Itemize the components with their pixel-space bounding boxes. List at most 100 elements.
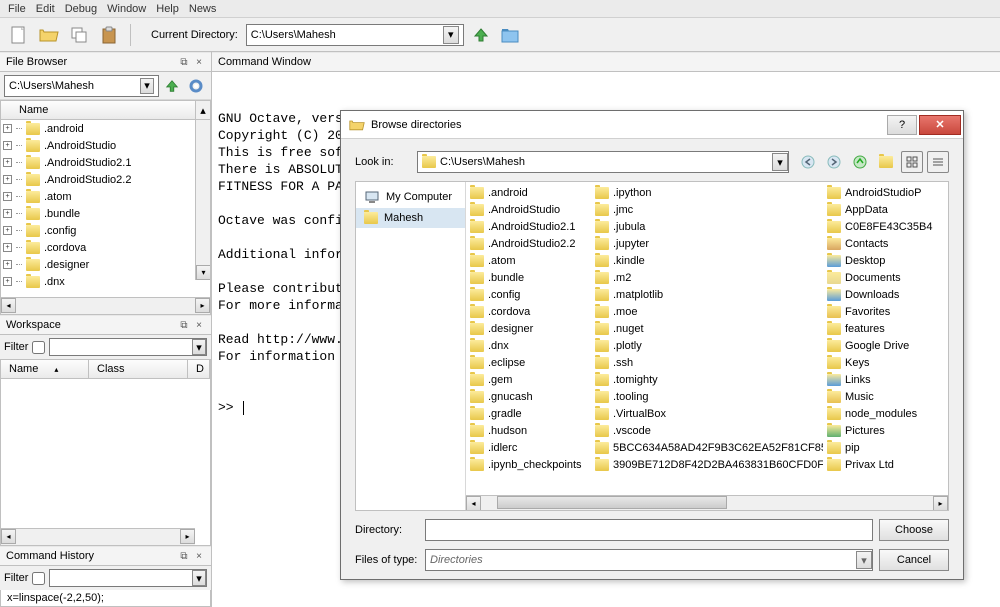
tree-item[interactable]: +.atom: [1, 188, 210, 205]
expand-icon[interactable]: +: [3, 175, 12, 184]
ws-col-d[interactable]: D: [188, 360, 210, 378]
tree-item[interactable]: +.config: [1, 222, 210, 239]
paste-button[interactable]: [96, 22, 122, 48]
tree-item[interactable]: +.designer: [1, 256, 210, 273]
list-item[interactable]: .tomighty: [591, 371, 823, 388]
close-icon[interactable]: ×: [193, 550, 205, 562]
expand-icon[interactable]: +: [3, 243, 12, 252]
workspace-body[interactable]: ◂▸: [0, 379, 211, 546]
list-item[interactable]: .hudson: [466, 422, 591, 439]
list-item[interactable]: .gem: [466, 371, 591, 388]
ch-filter-checkbox[interactable]: [32, 572, 45, 585]
scroll-up-button[interactable]: ▴: [195, 101, 210, 119]
undock-icon[interactable]: ⧉: [178, 319, 190, 331]
tree-item[interactable]: +.AndroidStudio: [1, 137, 210, 154]
workspace-table-header[interactable]: Name▴ Class D: [0, 359, 211, 379]
chevron-down-icon[interactable]: ▾: [140, 78, 154, 94]
list-item[interactable]: Downloads: [823, 286, 948, 303]
list-item[interactable]: .kindle: [591, 252, 823, 269]
close-icon[interactable]: ×: [193, 56, 205, 68]
browse-folder-button[interactable]: [498, 22, 524, 48]
ws-col-name[interactable]: Name▴: [1, 360, 89, 378]
list-item[interactable]: .gnucash: [466, 388, 591, 405]
list-item[interactable]: .jmc: [591, 201, 823, 218]
scroll-left-button[interactable]: ◂: [1, 529, 16, 544]
menu-file[interactable]: File: [8, 3, 26, 15]
list-item[interactable]: .jubula: [591, 218, 823, 235]
list-item[interactable]: .ssh: [591, 354, 823, 371]
scroll-left-button[interactable]: ◂: [1, 298, 16, 313]
list-item[interactable]: AndroidStudioP: [823, 184, 948, 201]
expand-icon[interactable]: +: [3, 260, 12, 269]
workspace-filter-checkbox[interactable]: [32, 341, 45, 354]
current-directory-combo[interactable]: C:\Users\Mahesh ▾: [246, 24, 464, 46]
list-item[interactable]: .idlerc: [466, 439, 591, 456]
open-file-button[interactable]: [36, 22, 62, 48]
menu-news[interactable]: News: [189, 3, 217, 15]
file-list[interactable]: .android.AndroidStudio.AndroidStudio2.1.…: [466, 182, 948, 510]
chevron-down-icon[interactable]: ▾: [443, 26, 459, 44]
gear-icon[interactable]: [185, 75, 207, 97]
list-item[interactable]: .m2: [591, 269, 823, 286]
new-folder-button[interactable]: [875, 151, 897, 173]
list-view-button[interactable]: [901, 151, 923, 173]
file-tree[interactable]: +.android+.AndroidStudio+.AndroidStudio2…: [0, 120, 211, 298]
list-item[interactable]: features: [823, 320, 948, 337]
list-item[interactable]: .atom: [466, 252, 591, 269]
list-item[interactable]: .AndroidStudio2.1: [466, 218, 591, 235]
list-item[interactable]: C0E8FE43C35B4: [823, 218, 948, 235]
horizontal-scrollbar[interactable]: ◂ ▸: [466, 495, 948, 510]
list-item[interactable]: .dnx: [466, 337, 591, 354]
list-item[interactable]: node_modules: [823, 405, 948, 422]
list-item[interactable]: Google Drive: [823, 337, 948, 354]
expand-icon[interactable]: +: [3, 158, 12, 167]
undock-icon[interactable]: ⧉: [178, 56, 190, 68]
cancel-button[interactable]: Cancel: [879, 549, 949, 571]
list-item[interactable]: .cordova: [466, 303, 591, 320]
expand-icon[interactable]: +: [3, 277, 12, 286]
directory-input[interactable]: [425, 519, 873, 541]
expand-icon[interactable]: +: [3, 209, 12, 218]
new-file-button[interactable]: [6, 22, 32, 48]
chevron-down-icon[interactable]: ▾: [856, 551, 872, 569]
list-item[interactable]: .AndroidStudio2.2: [466, 235, 591, 252]
list-item[interactable]: .bundle: [466, 269, 591, 286]
workspace-filter-combo[interactable]: ▾: [49, 338, 207, 356]
up-directory-button[interactable]: [161, 75, 183, 97]
chevron-down-icon[interactable]: ▾: [192, 570, 206, 586]
list-item[interactable]: .ipython: [591, 184, 823, 201]
list-item[interactable]: .config: [466, 286, 591, 303]
command-history-item[interactable]: x=linspace(-2,2,50);: [0, 590, 211, 607]
tree-item[interactable]: +.dnx: [1, 273, 210, 290]
menubar[interactable]: File Edit Debug Window Help News: [0, 0, 1000, 18]
list-item[interactable]: Links: [823, 371, 948, 388]
up-directory-button[interactable]: [468, 22, 494, 48]
menu-edit[interactable]: Edit: [36, 3, 55, 15]
scroll-thumb[interactable]: [497, 496, 727, 509]
sidebar-my-computer[interactable]: My Computer: [356, 186, 465, 208]
scroll-left-button[interactable]: ◂: [466, 496, 481, 510]
menu-help[interactable]: Help: [156, 3, 179, 15]
vertical-scrollbar[interactable]: ▾: [195, 120, 210, 280]
lookin-combo[interactable]: C:\Users\Mahesh ▾: [417, 151, 789, 173]
list-item[interactable]: .matplotlib: [591, 286, 823, 303]
ch-filter-combo[interactable]: ▾: [49, 569, 207, 587]
detail-view-button[interactable]: [927, 151, 949, 173]
chevron-down-icon[interactable]: ▾: [192, 339, 206, 355]
chevron-down-icon[interactable]: ▾: [772, 153, 788, 171]
list-item[interactable]: .nuget: [591, 320, 823, 337]
menu-debug[interactable]: Debug: [65, 3, 97, 15]
tree-item[interactable]: +.android: [1, 120, 210, 137]
list-item[interactable]: Pictures: [823, 422, 948, 439]
expand-icon[interactable]: +: [3, 192, 12, 201]
tree-item[interactable]: +.bundle: [1, 205, 210, 222]
sidebar-mahesh[interactable]: Mahesh: [356, 208, 465, 228]
tree-item[interactable]: +.AndroidStudio2.1: [1, 154, 210, 171]
expand-icon[interactable]: +: [3, 226, 12, 235]
expand-icon[interactable]: +: [3, 124, 12, 133]
tree-header[interactable]: Name ▴: [0, 100, 211, 120]
choose-button[interactable]: Choose: [879, 519, 949, 541]
list-item[interactable]: .eclipse: [466, 354, 591, 371]
list-item[interactable]: .ipynb_checkpoints: [466, 456, 591, 473]
dialog-titlebar[interactable]: Browse directories ? ✕: [341, 111, 963, 139]
